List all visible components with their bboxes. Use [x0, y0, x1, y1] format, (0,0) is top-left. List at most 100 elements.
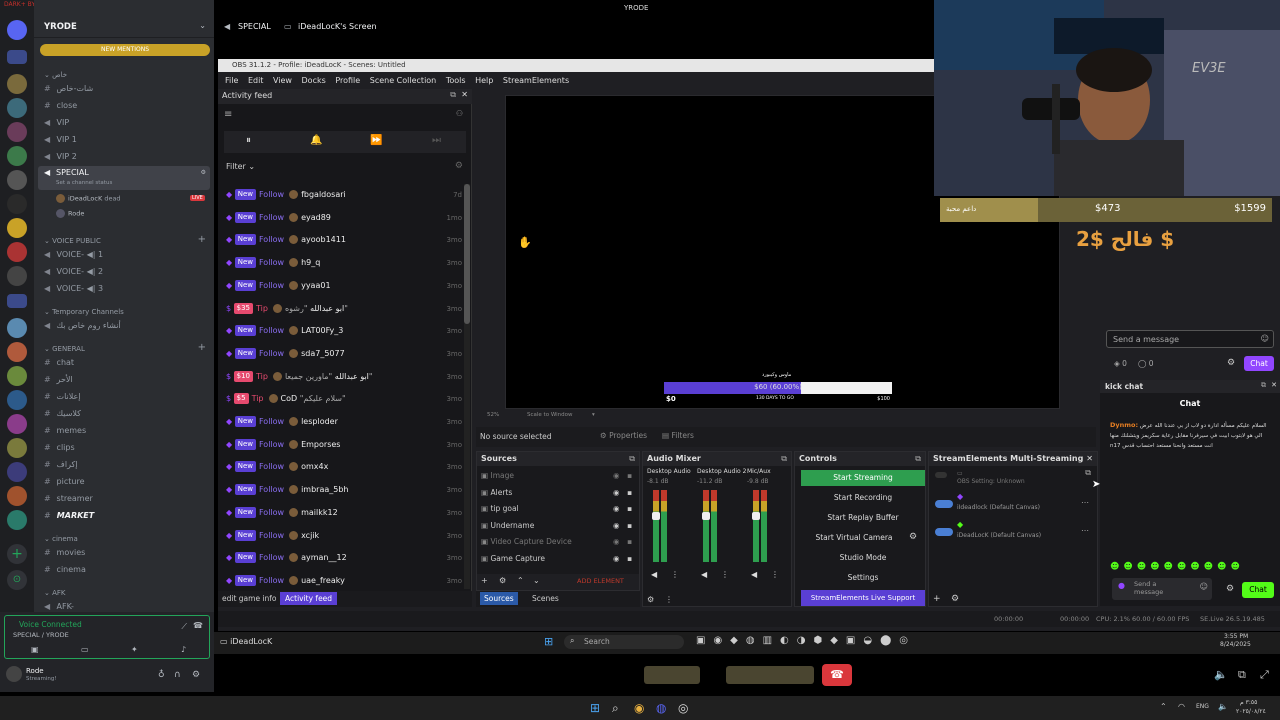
windows-start-icon[interactable]: ⊞ [544, 635, 553, 648]
lock-icon[interactable]: ▪ [627, 485, 632, 501]
more-icon[interactable]: ⋮ [771, 570, 779, 579]
filters-button[interactable]: ▤ Filters [662, 431, 694, 440]
server-icon[interactable] [7, 366, 27, 386]
menu-scene-collection[interactable]: Scene Collection [370, 72, 437, 89]
feed-item[interactable]: ◆ New Follow fbgaldosari 7d [226, 185, 466, 205]
channel-item[interactable]: # MARKET [44, 508, 204, 523]
menu-edit[interactable]: Edit [248, 72, 264, 89]
close-icon[interactable]: ✕ [1271, 381, 1277, 389]
voice-channel[interactable]: ◀ VOICE- ◀| 3 [44, 281, 204, 296]
category-afk[interactable]: ⌄ AFK [44, 587, 66, 599]
gear-icon[interactable]: ⚙ [951, 594, 959, 604]
channel-item[interactable]: # memes [44, 423, 204, 438]
server-icon[interactable] [7, 170, 27, 190]
source-item[interactable]: ▣ Game Capture ◉ ▪ [481, 551, 632, 567]
voice-channel[interactable]: ◀ أنشاء روم خاص بك [44, 318, 204, 333]
feed-item[interactable]: ◆ New Follow ayoob1411 3mo [226, 230, 466, 250]
server-icon[interactable] [7, 218, 27, 238]
speaker-icon[interactable]: ◀ [701, 570, 707, 579]
toggle-switch[interactable] [935, 472, 947, 478]
gear-icon[interactable]: ⚙ [192, 670, 200, 680]
channel-item[interactable]: # إعلانات [44, 389, 204, 404]
channel-item[interactable]: # clips [44, 440, 204, 455]
category-general[interactable]: ⌄ GENERAL [44, 343, 85, 355]
toggle-switch[interactable] [935, 500, 953, 508]
down-arrow-icon[interactable]: ⌄ [533, 576, 540, 585]
category-cinema[interactable]: ⌄ cinema [44, 533, 78, 545]
chrome-icon[interactable]: ◉ [634, 701, 644, 715]
up-arrow-icon[interactable]: ⌃ [517, 576, 524, 585]
server-icon[interactable] [7, 266, 27, 286]
gear-icon[interactable]: ⚙ [1227, 358, 1235, 368]
category-voice[interactable]: ⌄ VOICE PUBLIC [44, 235, 101, 247]
server-icon[interactable] [7, 462, 27, 482]
settings-button[interactable]: Settings [801, 570, 925, 586]
channel-item[interactable]: # picture [44, 474, 204, 489]
more-icon[interactable]: ⋯ [1081, 526, 1089, 535]
voice-user[interactable]: iDeadLocK dead [56, 194, 121, 203]
menu-file[interactable]: File [225, 72, 238, 89]
start-virtual-camera-button[interactable]: Start Virtual Camera [801, 530, 907, 546]
discord-icon[interactable]: ◍ [656, 701, 666, 715]
server-icon[interactable] [7, 98, 27, 118]
eye-icon[interactable]: ◉ [613, 468, 620, 484]
eye-icon[interactable]: ◉ [613, 551, 620, 567]
server-header[interactable]: YRODE ⌄ [34, 0, 214, 38]
menu-view[interactable]: View [273, 72, 292, 89]
feed-item[interactable]: $ $5 Tip CoD "سلام عليكم" 3mo [226, 389, 466, 409]
skip-icon[interactable]: ⏩ [370, 135, 382, 146]
emote-icon[interactable]: ☺ [1261, 334, 1269, 343]
feed-item[interactable]: ◆ New Follow LAT00Fy_3 3mo [226, 321, 466, 341]
category-temp[interactable]: ⌄ Temporary Channels [44, 306, 124, 318]
server-icon[interactable] [7, 242, 27, 262]
language-indicator[interactable]: ENG [1196, 703, 1209, 710]
close-icon[interactable]: ✕ [461, 90, 468, 99]
feed-item[interactable]: ◆ New Follow mailkk12 3mo [226, 503, 466, 523]
tab-sources[interactable]: Sources [480, 592, 518, 605]
server-icon[interactable] [7, 194, 27, 214]
zoom-label[interactable]: 52% [487, 412, 499, 418]
float-icon[interactable]: ⧉ [1261, 381, 1266, 390]
server-icon[interactable] [7, 486, 27, 506]
feed-item[interactable]: $ $10 Tip ابو عبدالله "ماورين جميعا" 3mo [226, 367, 466, 387]
channel-item[interactable]: ◀ VIP 1 [44, 132, 204, 147]
feed-item[interactable]: ◆ New Follow eyad89 1mo [226, 208, 466, 228]
feed-item[interactable]: ◆ New Follow lesploder 3mo [226, 412, 466, 432]
gear-icon[interactable]: ⚙ [499, 576, 506, 585]
channel-item[interactable]: # كلاسيك [44, 406, 204, 421]
menu-streamelements[interactable]: StreamElements [503, 72, 569, 89]
server-icon[interactable] [7, 438, 27, 458]
menu-tools[interactable]: Tools [446, 72, 466, 89]
studio-mode-button[interactable]: Studio Mode [801, 550, 925, 566]
dm-icon[interactable] [7, 50, 27, 64]
bell-icon[interactable]: 🔔 [310, 135, 322, 146]
channel-item[interactable]: # cinema [44, 562, 204, 577]
eye-icon[interactable]: ◉ [613, 534, 620, 550]
obs-icon[interactable]: ◎ [678, 701, 688, 715]
kick-chat-input[interactable]: ● Send a message ☺ [1112, 578, 1212, 600]
wifi-icon[interactable]: ◠ [1178, 702, 1185, 711]
lock-icon[interactable]: ▪ [627, 468, 632, 484]
lock-icon[interactable]: ▪ [627, 501, 632, 517]
start-recording-button[interactable]: Start Recording [801, 490, 925, 506]
screen-share-icon[interactable]: ▭ [81, 645, 89, 654]
more-icon[interactable]: ⋮ [721, 570, 729, 579]
volume-slider[interactable] [652, 512, 660, 520]
properties-button[interactable]: ⚙ Properties [600, 431, 647, 440]
channel-item[interactable]: # streamer [44, 491, 204, 506]
server-icon[interactable] [7, 122, 27, 142]
soundboard-icon[interactable]: ♪ [181, 645, 186, 654]
mic-toggle-button[interactable] [644, 666, 700, 684]
gear-icon[interactable]: ⚙ [1226, 584, 1234, 594]
voice-user[interactable]: Rode [56, 209, 84, 218]
feed-item[interactable]: ◆ New Follow yyaa01 3mo [226, 276, 466, 296]
eye-icon[interactable]: ◉ [613, 501, 620, 517]
eye-icon[interactable]: ◉ [613, 518, 620, 534]
lock-icon[interactable]: ▪ [627, 551, 632, 567]
tab-scenes[interactable]: Scenes [532, 594, 559, 603]
float-icon[interactable]: ⧉ [450, 90, 456, 100]
volume-icon[interactable]: 🔈 [1218, 702, 1228, 711]
activity-icon[interactable]: ✦ [131, 645, 138, 654]
voice-channel[interactable]: ◀ VOICE- ◀| 1 [44, 247, 204, 262]
scrollbar[interactable] [464, 184, 470, 589]
